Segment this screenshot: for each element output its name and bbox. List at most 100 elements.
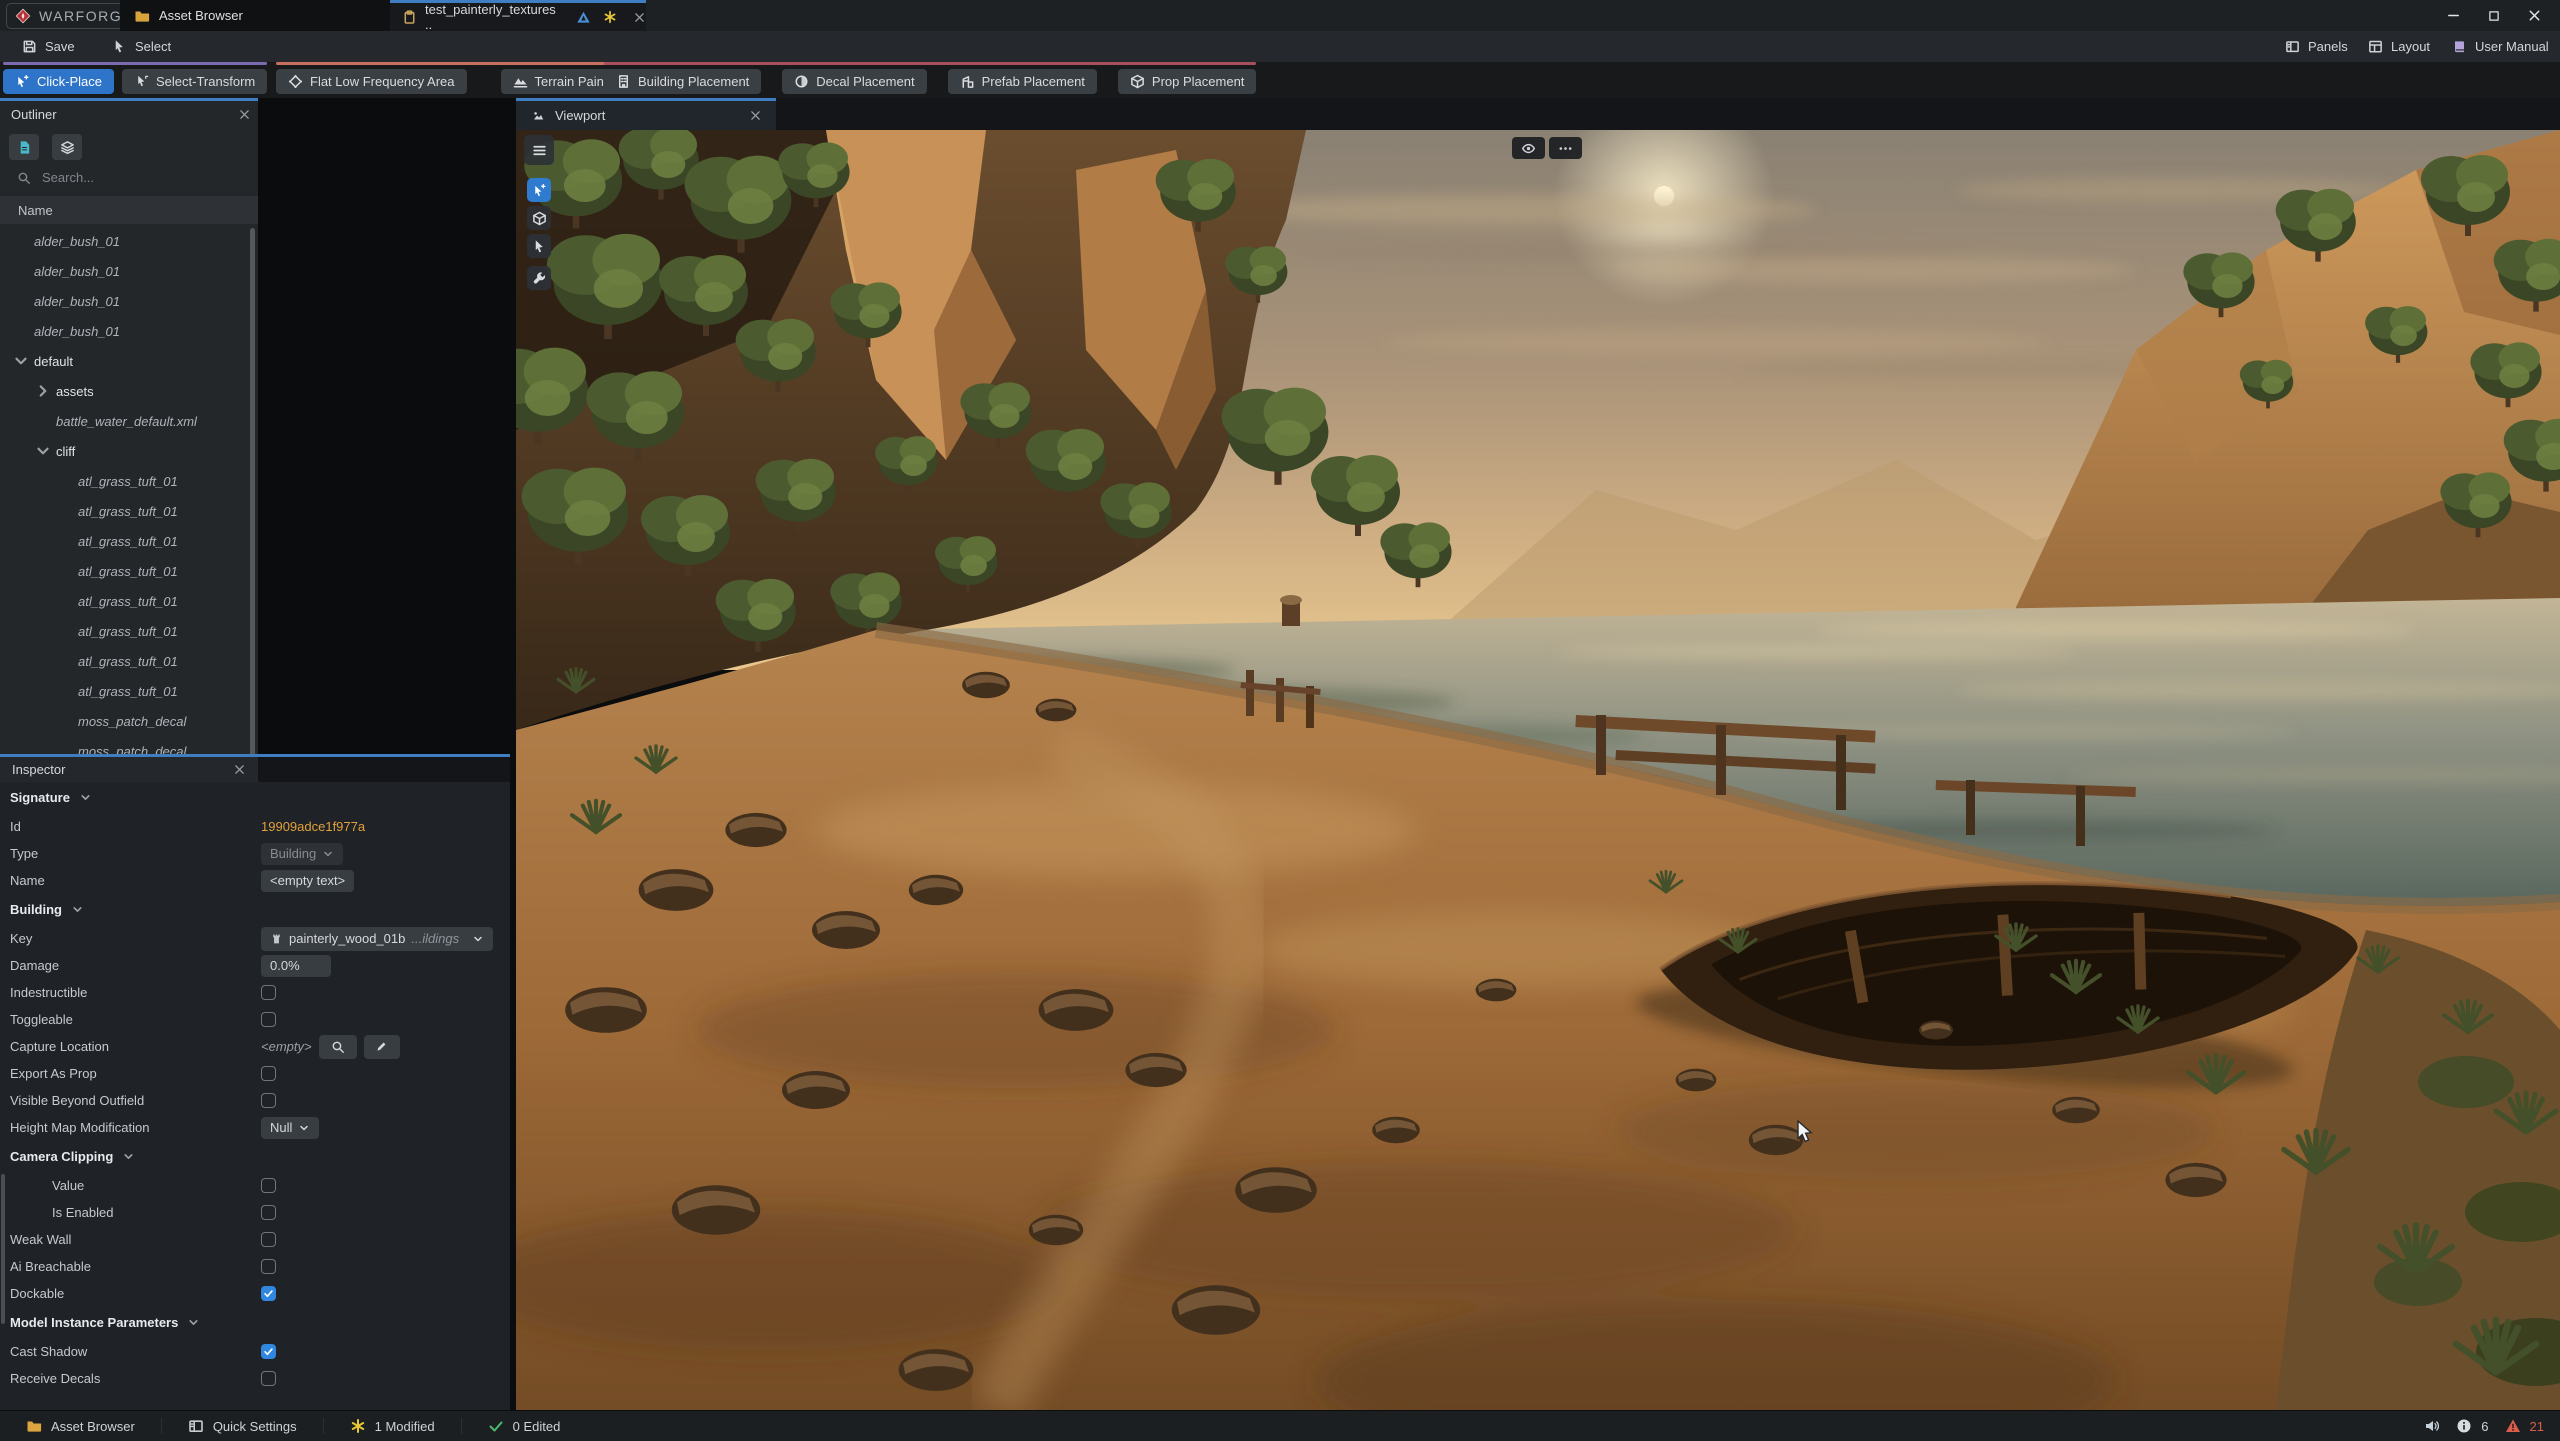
menu-panels[interactable]: Panels [2285, 31, 2348, 62]
viewport-tool-click-place-button[interactable] [527, 178, 551, 202]
outliner-tab[interactable]: Outliner [0, 98, 258, 127]
inspector-tab[interactable]: Inspector [0, 757, 258, 782]
checkbox-weak-wall[interactable] [261, 1232, 276, 1247]
inspector-section-camera-clipping[interactable]: Camera Clipping [0, 1141, 510, 1172]
checkbox-receive-decals[interactable] [261, 1371, 276, 1386]
toolbar-group-accent [604, 62, 1256, 65]
menu-layout[interactable]: Layout [2368, 31, 2430, 62]
status-warning[interactable]: 21 [2505, 1418, 2544, 1434]
inspector-section-model-instance-parameters[interactable]: Model Instance Parameters [0, 1307, 510, 1338]
inspector-scrollbar[interactable] [1, 1174, 5, 1324]
minimize-icon[interactable] [2446, 8, 2461, 23]
outliner-document-button[interactable] [9, 134, 39, 160]
inspector-section-signature[interactable]: Signature [0, 782, 510, 813]
tree-row[interactable]: alder_bush_01 [0, 256, 250, 286]
checkbox-cast-shadow[interactable] [261, 1344, 276, 1359]
chevron-down-icon [298, 1122, 310, 1134]
close-icon[interactable] [2527, 8, 2542, 23]
checkbox-ai-breachable[interactable] [261, 1259, 276, 1274]
inspector-close-icon[interactable] [233, 763, 246, 776]
capture-edit-button[interactable] [364, 1035, 400, 1059]
tree-row[interactable]: moss_patch_decal [0, 736, 250, 754]
checkbox-is-enabled[interactable] [261, 1205, 276, 1220]
tab-asset-browser[interactable]: Asset Browser [120, 0, 398, 31]
damage-input[interactable]: 0.0% [261, 955, 331, 977]
viewport-close-icon[interactable] [749, 109, 762, 122]
tree-row[interactable]: assets [0, 376, 250, 406]
tree-row[interactable]: atl_grass_tuft_01 [0, 646, 250, 676]
tree-row[interactable]: atl_grass_tuft_01 [0, 676, 250, 706]
tree-row[interactable]: moss_patch_decal [0, 706, 250, 736]
outliner-scrollbar[interactable] [250, 228, 255, 754]
capture-search-button[interactable] [319, 1035, 357, 1059]
tree-row[interactable]: atl_grass_tuft_01 [0, 556, 250, 586]
checkbox-visible-beyond-outfield[interactable] [261, 1093, 276, 1108]
menu-select[interactable]: Select [112, 31, 171, 62]
viewport-tab[interactable]: Viewport [516, 98, 776, 130]
clipboard-icon [402, 10, 417, 25]
viewport-visibility-button[interactable] [1512, 137, 1545, 159]
tree-row[interactable]: atl_grass_tuft_01 [0, 616, 250, 646]
decal-placement-button[interactable]: Decal Placement [782, 69, 926, 94]
tree-row[interactable]: alder_bush_01 [0, 316, 250, 346]
inspector-row-key: Keypainterly_wood_01b...ildings [0, 925, 510, 952]
tree-row[interactable]: alder_bush_01 [0, 286, 250, 316]
tree-row[interactable]: atl_grass_tuft_01 [0, 466, 250, 496]
tree-row[interactable]: battle_water_default.xml [0, 406, 250, 436]
dropdown-height-map-modification[interactable]: Null [261, 1117, 319, 1139]
checkbox-value[interactable] [261, 1178, 276, 1193]
name-button[interactable]: <empty text> [261, 870, 354, 892]
menu-user-manual[interactable]: User Manual [2452, 31, 2549, 62]
tree-row[interactable]: atl_grass_tuft_01 [0, 586, 250, 616]
checkbox-export-as-prop[interactable] [261, 1066, 276, 1081]
tab-document[interactable]: test_painterly_textures .. [390, 0, 646, 31]
status-1-modified[interactable]: 1 Modified [323, 1418, 461, 1434]
toolbar-button-label: Flat Low Frequency Area [310, 74, 455, 89]
chevron-down-icon[interactable] [34, 443, 52, 459]
status-info[interactable]: 6 [2456, 1418, 2488, 1434]
checkbox-indestructible[interactable] [261, 985, 276, 1000]
menu-save[interactable]: Save [22, 31, 75, 62]
checkbox-dockable[interactable] [261, 1286, 276, 1301]
outliner-search[interactable] [0, 164, 258, 191]
tree-row[interactable]: default [0, 346, 250, 376]
tree-row[interactable]: atl_grass_tuft_01 [0, 496, 250, 526]
section-label: Building [10, 902, 62, 917]
flat-low-frequency-area-button[interactable]: Flat Low Frequency Area [276, 69, 467, 94]
tree-row-label: atl_grass_tuft_01 [78, 654, 178, 669]
click-place-button[interactable]: Click-Place [3, 69, 114, 94]
outliner-close-icon[interactable] [238, 108, 251, 121]
tree-row[interactable]: atl_grass_tuft_01 [0, 526, 250, 556]
viewport-3d-scene[interactable] [516, 130, 2560, 1410]
chevron-right-icon[interactable] [34, 383, 52, 399]
tree-row-label: alder_bush_01 [34, 264, 120, 279]
viewport-tool-wrench-button[interactable] [527, 266, 551, 290]
status-asset-browser[interactable]: Asset Browser [0, 1418, 161, 1434]
chevron-down-icon[interactable] [12, 353, 30, 369]
dropdown-type[interactable]: Building [261, 843, 343, 865]
status-volume[interactable] [2424, 1418, 2440, 1434]
search-input[interactable] [40, 169, 214, 186]
key-dropdown[interactable]: painterly_wood_01b...ildings [261, 927, 493, 951]
inspector-section-building[interactable]: Building [0, 894, 510, 925]
tab-close-icon[interactable] [633, 11, 646, 24]
viewport-tool-prop-box-button[interactable] [527, 206, 551, 230]
status-quick-settings[interactable]: Quick Settings [161, 1418, 323, 1434]
chevron-spacer [56, 653, 74, 669]
inspector-row-receive-decals: Receive Decals [0, 1365, 510, 1392]
prefab-placement-button[interactable]: Prefab Placement [948, 69, 1097, 94]
maximize-icon[interactable] [2487, 9, 2501, 23]
tree-row[interactable]: cliff [0, 436, 250, 466]
chevron-spacer [56, 683, 74, 699]
checkbox-toggleable[interactable] [261, 1012, 276, 1027]
status-0-edited[interactable]: 0 Edited [461, 1418, 587, 1434]
outliner-layers-button[interactable] [52, 134, 82, 160]
building-placement-button[interactable]: Building Placement [604, 69, 761, 94]
prop-placement-button[interactable]: Prop Placement [1118, 69, 1257, 94]
viewport-tool-menu-button[interactable] [524, 135, 554, 165]
viewport-more-ellipsis-button[interactable] [1549, 137, 1582, 159]
viewport-tool-cursor-button[interactable] [527, 234, 551, 258]
dropdown-value: Building [270, 846, 316, 861]
tree-row[interactable]: alder_bush_01 [0, 226, 250, 256]
select-transform-button[interactable]: Select-Transform [122, 69, 267, 94]
